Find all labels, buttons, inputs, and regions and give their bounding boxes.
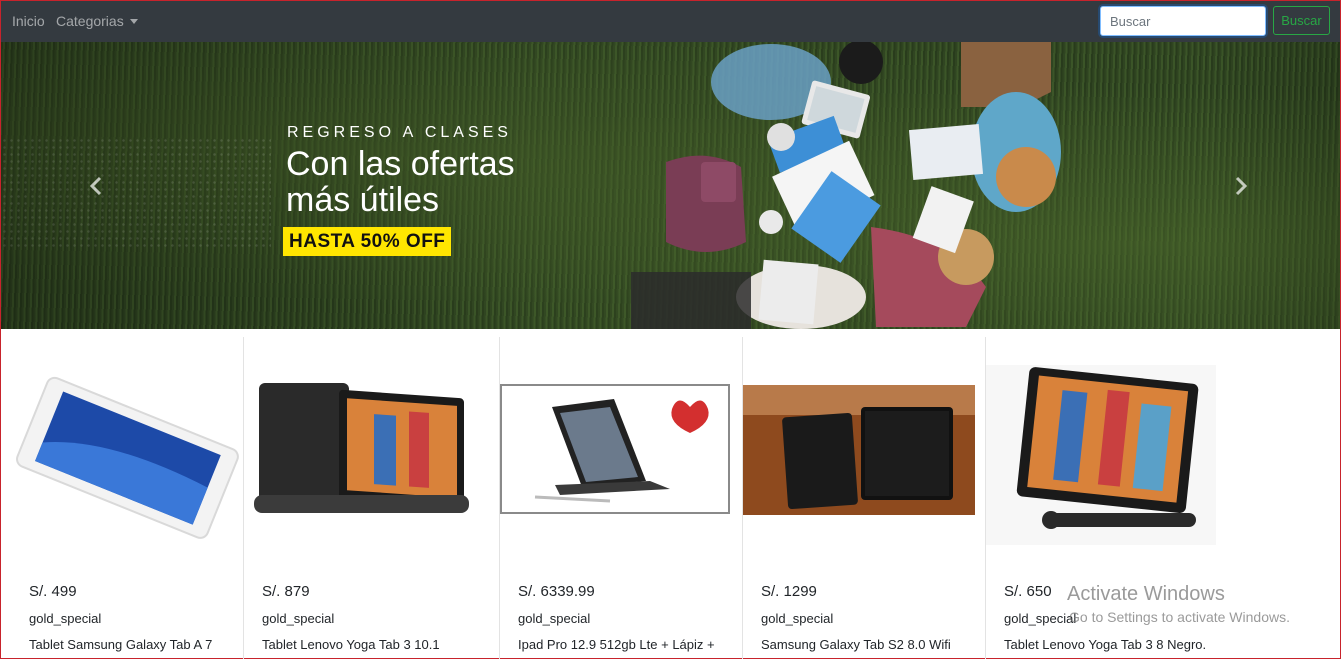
- product-brand: gold_special: [518, 611, 591, 626]
- product-price: S/. 1299: [761, 583, 817, 600]
- banner-kicker-text: REGRESO A CLASES: [287, 124, 512, 141]
- product-brand: gold_special: [761, 611, 834, 626]
- product-grid: S/. 499 gold_special Tablet Samsung Gala…: [11, 337, 1221, 659]
- product-name[interactable]: Tablet Samsung Galaxy Tab A 7: [29, 637, 239, 652]
- lenovo-yoga-stand-image[interactable]: [244, 345, 476, 570]
- watermark-title: Activate Windows: [1067, 583, 1225, 605]
- banner-discount-tag: HASTA 50% OFF: [283, 227, 452, 256]
- top-navbar: Inicio Categorias Buscar: [1, 1, 1340, 42]
- dot-pattern-decoration: [1, 137, 271, 247]
- ipad-keyboard-image[interactable]: [500, 345, 732, 570]
- chevron-right-icon[interactable]: [1231, 174, 1251, 198]
- product-brand: gold_special: [1004, 611, 1077, 626]
- nav-categories-label: Categorias: [56, 13, 124, 29]
- product-card[interactable]: S/. 879 gold_special Tablet Lenovo Yoga …: [243, 337, 476, 659]
- students-on-grass-photo: [631, 42, 1061, 329]
- product-brand: gold_special: [262, 611, 335, 626]
- nav-home-link[interactable]: Inicio: [12, 13, 45, 29]
- search-input[interactable]: [1100, 6, 1266, 36]
- product-price: S/. 879: [262, 583, 310, 600]
- banner-title: Con las ofertas más útiles: [286, 145, 515, 219]
- product-price: S/. 650: [1004, 583, 1052, 600]
- product-price: S/. 6339.99: [518, 583, 595, 600]
- hero-carousel: REGRESO A CLASES Con las ofertas más úti…: [1, 42, 1340, 329]
- watermark-subtitle: Go to Settings to activate Windows.: [1069, 609, 1290, 625]
- product-card[interactable]: S/. 1299 gold_special Samsung Galaxy Tab…: [742, 337, 975, 659]
- product-card[interactable]: S/. 499 gold_special Tablet Samsung Gala…: [11, 337, 244, 659]
- product-name[interactable]: Tablet Lenovo Yoga Tab 3 10.1: [262, 637, 472, 652]
- product-name[interactable]: Ipad Pro 12.9 512gb Lte + Lápiz +: [518, 637, 728, 652]
- nav-categories-dropdown[interactable]: Categorias: [56, 13, 138, 29]
- two-tablets-photo[interactable]: [743, 345, 975, 570]
- white-tablet-image[interactable]: [11, 345, 243, 570]
- lenovo-yoga-image[interactable]: [986, 345, 1218, 570]
- product-price: S/. 499: [29, 583, 77, 600]
- product-name[interactable]: Samsung Galaxy Tab S2 8.0 Wifi: [761, 637, 971, 652]
- search-button[interactable]: Buscar: [1273, 6, 1330, 35]
- chevron-left-icon[interactable]: [86, 174, 106, 198]
- activate-windows-watermark: Activate Windows Go to Settings to activ…: [1067, 583, 1290, 625]
- product-card[interactable]: S/. 6339.99 gold_special Ipad Pro 12.9 5…: [499, 337, 732, 659]
- product-brand: gold_special: [29, 611, 102, 626]
- product-name[interactable]: Tablet Lenovo Yoga Tab 3 8 Negro.: [1004, 637, 1214, 652]
- chevron-down-icon: [129, 19, 138, 24]
